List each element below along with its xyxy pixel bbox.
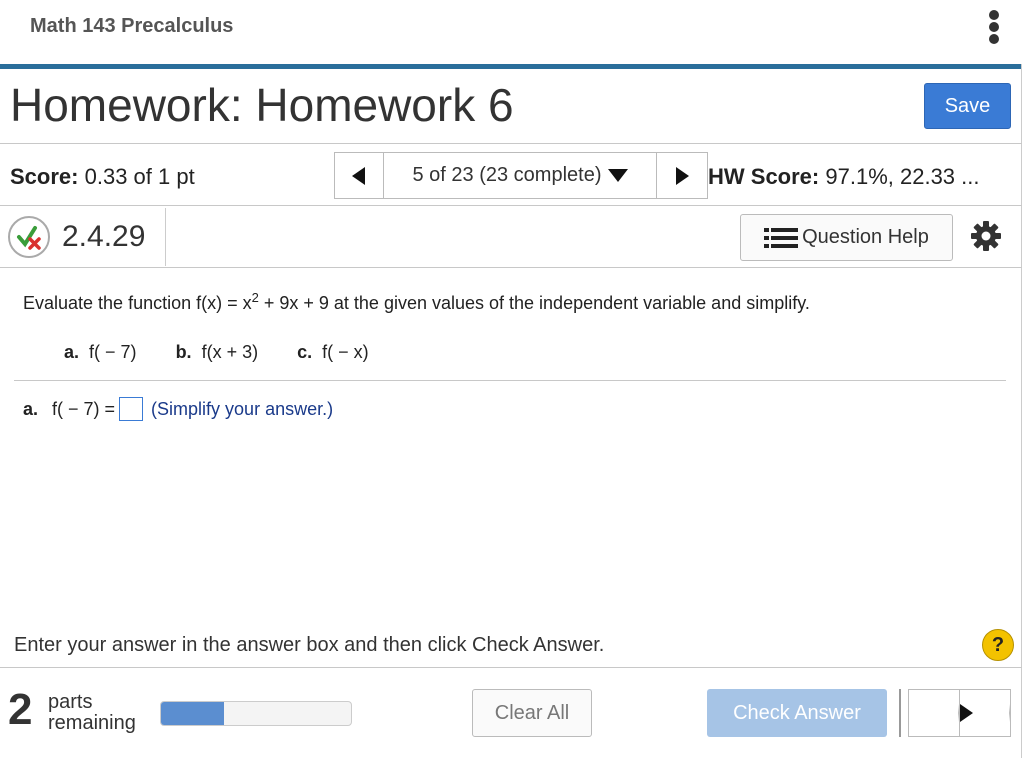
- course-title: Math 143 Precalculus: [30, 15, 234, 37]
- question-prompt: Evaluate the function f(x) = x2 + 9x + 9…: [23, 290, 810, 313]
- part-b: b. f(x + 3): [175, 342, 259, 362]
- homework-title: Homework: Homework 6: [10, 79, 514, 131]
- instruction-text: Enter your answer in the answer box and …: [14, 634, 605, 656]
- divider: [899, 689, 901, 737]
- question-select-dropdown[interactable]: 5 of 23 (23 complete): [384, 152, 656, 199]
- left-arrow-icon: [909, 704, 959, 722]
- dropdown-arrow-icon: [607, 169, 628, 182]
- question-parts: a. f( − 7) b. f(x + 3) c. f( − x): [64, 342, 403, 363]
- parts-remaining-label: parts remaining: [48, 691, 136, 734]
- divider: [0, 667, 1022, 668]
- list-icon: [764, 227, 799, 248]
- right-arrow-icon: [960, 704, 1010, 722]
- right-border: [1021, 64, 1022, 758]
- kebab-menu-icon[interactable]: [986, 10, 1002, 44]
- divider: [0, 267, 1022, 268]
- part-a: a. f( − 7): [64, 342, 137, 362]
- answer-input[interactable]: [119, 397, 144, 421]
- help-question-icon[interactable]: ?: [982, 629, 1014, 661]
- check-answer-button[interactable]: Check Answer: [707, 689, 887, 737]
- left-arrow-icon: [352, 166, 365, 185]
- answer-row: a. f( − 7) = (Simplify your answer.): [23, 397, 333, 421]
- part-navigator: [908, 689, 1011, 737]
- question-number: 2.4.29: [62, 220, 146, 253]
- divider: [0, 143, 1022, 144]
- partially-correct-icon: [8, 216, 50, 258]
- next-part-button[interactable]: [960, 690, 1010, 736]
- previous-question-button[interactable]: [334, 152, 384, 199]
- clear-all-button[interactable]: Clear All: [472, 689, 592, 737]
- right-arrow-icon: [676, 166, 689, 185]
- divider: [0, 205, 1022, 206]
- divider: [165, 208, 166, 266]
- progress-fill: [161, 702, 224, 725]
- previous-part-button[interactable]: [909, 690, 960, 736]
- hw-score: HW Score: 97.1%, 22.33 ...: [708, 164, 980, 189]
- gear-icon[interactable]: [970, 220, 1002, 252]
- parts-remaining-count: 2: [8, 685, 33, 734]
- progress-bar: [160, 701, 352, 726]
- score: Score: 0.33 of 1 pt: [10, 164, 195, 189]
- divider: [14, 380, 1006, 381]
- part-c: c. f( − x): [297, 342, 369, 362]
- question-help-button[interactable]: Question Help: [740, 214, 953, 261]
- header-divider: [0, 64, 1022, 69]
- answer-hint: (Simplify your answer.): [151, 398, 334, 419]
- save-button[interactable]: Save: [924, 83, 1011, 129]
- next-question-button[interactable]: [656, 152, 708, 199]
